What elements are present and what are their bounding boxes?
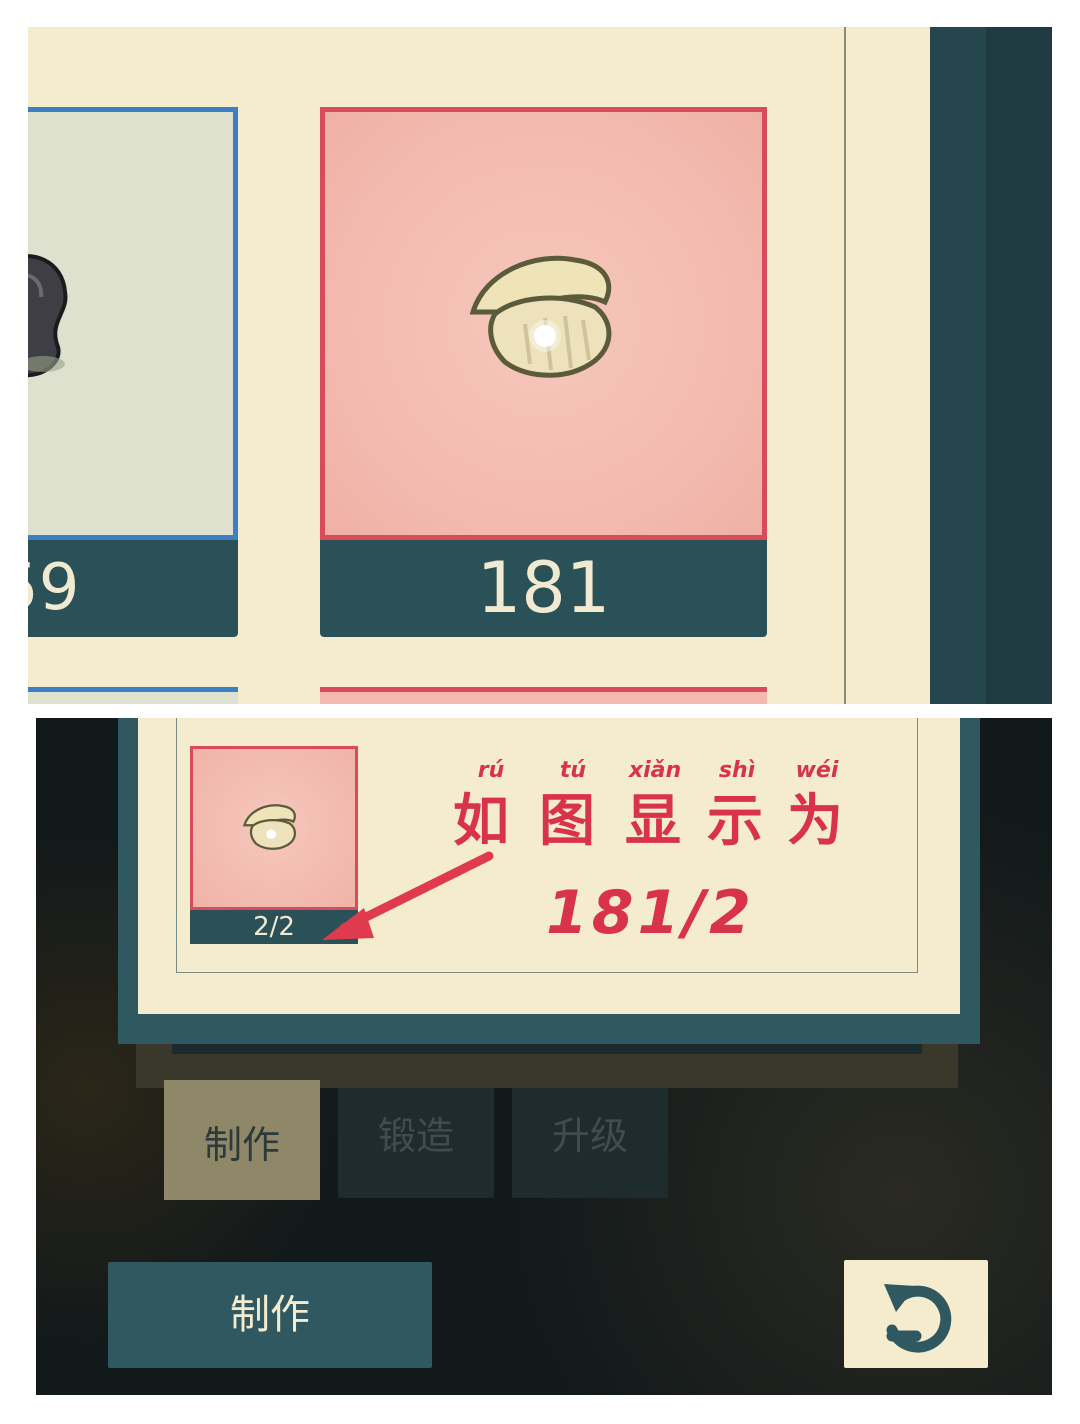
panel-frame <box>930 27 1052 704</box>
hanzi: 显 <box>625 789 681 854</box>
slot-count: 59 <box>28 540 238 637</box>
undo-icon <box>884 1284 952 1353</box>
hanzi: 如 <box>453 789 509 854</box>
stone-icon <box>28 254 68 378</box>
slot-art <box>320 107 767 540</box>
tab-forge[interactable]: 锻造 <box>338 1088 494 1198</box>
annotation-value: 181/2 <box>546 878 755 948</box>
make-button[interactable]: 制作 <box>108 1262 432 1368</box>
hanzi: 示 <box>707 789 763 854</box>
tab-upgrade[interactable]: 升级 <box>512 1088 668 1198</box>
tab-make[interactable]: 制作 <box>164 1080 320 1200</box>
inventory-slot-stone[interactable]: 59 <box>28 107 238 637</box>
annotation-text: 如 图 显 示 为 <box>446 776 866 856</box>
divider <box>844 27 846 704</box>
inventory-slot-partial[interactable] <box>320 687 767 704</box>
dialog-shadow <box>172 1044 922 1054</box>
inventory-zoom-panel: 59 181 <box>28 27 1052 704</box>
hanzi: 为 <box>787 789 843 854</box>
undo-button[interactable] <box>844 1260 988 1368</box>
slot-art <box>28 107 238 540</box>
arrow-icon <box>322 851 494 940</box>
inventory-slot-partial[interactable] <box>28 687 238 704</box>
slot-count: 181 <box>320 540 767 637</box>
inventory-slot-pearl[interactable]: 181 <box>320 107 767 637</box>
pearl-shell-icon <box>242 804 296 850</box>
hanzi: 图 <box>539 789 595 854</box>
crafting-panel: 2/2 rú tú xiǎn shì wéi 如 图 显 示 为 181/2 制… <box>36 718 1052 1395</box>
pearl-shell-icon <box>469 255 612 378</box>
